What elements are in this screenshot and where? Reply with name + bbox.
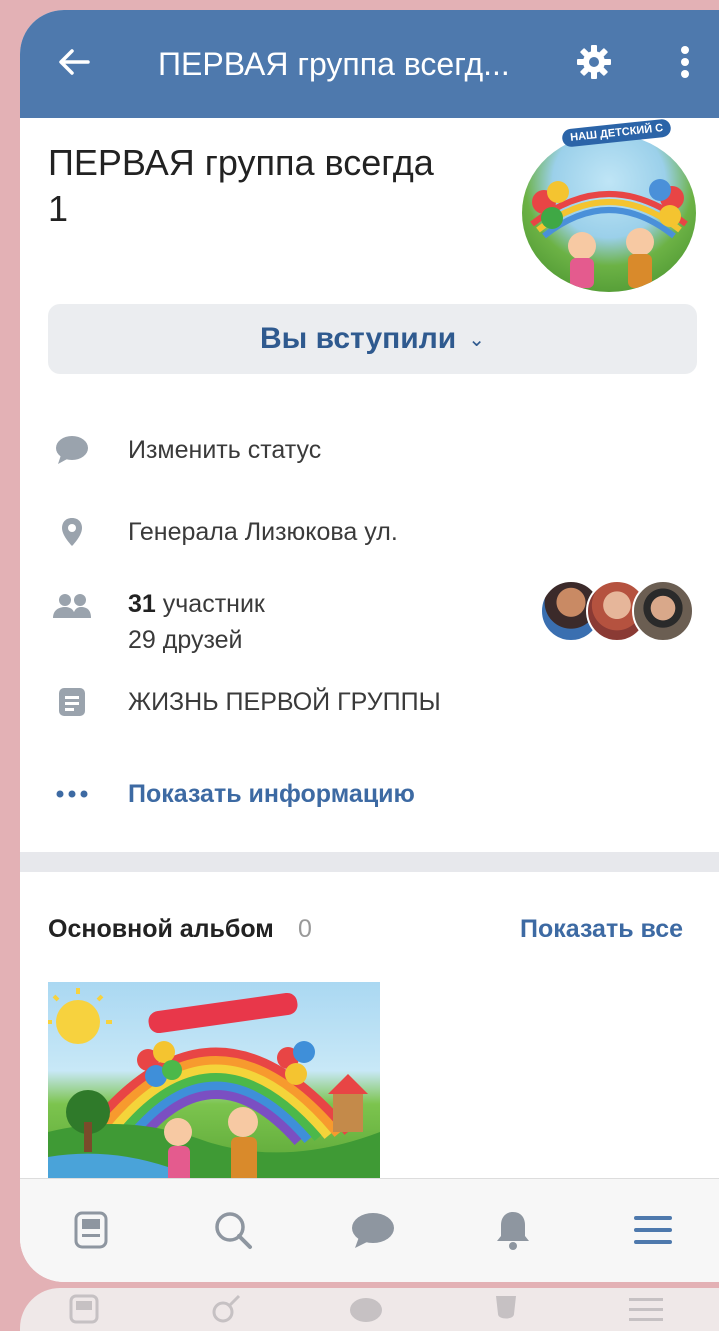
- location-pin-icon: [50, 512, 94, 552]
- album-photo-illustration: [48, 988, 380, 1204]
- section-divider: [20, 852, 719, 872]
- friends-count: 29 друзей: [128, 626, 243, 654]
- avatar-illustration: [530, 179, 688, 288]
- people-icon: [50, 586, 94, 626]
- joined-button-label: Вы вступили: [260, 322, 457, 355]
- chat-bubble-icon: [346, 1294, 386, 1324]
- settings-button[interactable]: [572, 40, 616, 84]
- members-count: 31 участник: [128, 590, 265, 619]
- nav-messages[interactable]: [346, 1203, 400, 1257]
- nav-menu[interactable]: [626, 1203, 680, 1257]
- members-count-number: 31: [128, 590, 156, 618]
- change-status-row[interactable]: Изменить статус: [20, 430, 719, 474]
- description-row[interactable]: ЖИЗНЬ ПЕРВОЙ ГРУППЫ: [20, 682, 719, 726]
- comment-icon: [50, 430, 94, 470]
- album-count: 0: [298, 915, 312, 943]
- nav-search[interactable]: [206, 1203, 260, 1257]
- search-icon: [206, 1294, 246, 1324]
- address-label: Генерала Лизюкова ул.: [128, 518, 398, 546]
- ellipsis-icon: [50, 774, 94, 814]
- avatar: [632, 580, 694, 642]
- nav-notifications[interactable]: [486, 1203, 540, 1257]
- address-row[interactable]: Генерала Лизюкова ул.: [20, 512, 719, 556]
- joined-button[interactable]: Вы вступили ⌄: [48, 304, 697, 374]
- search-icon: [215, 1212, 252, 1249]
- app-screen: ПЕРВАЯ группа всегд... ПЕРВАЯ группа все…: [20, 10, 719, 1282]
- nav-news[interactable]: [64, 1203, 118, 1257]
- document-icon: [50, 682, 94, 722]
- menu-icon: [634, 1216, 672, 1244]
- change-status-label: Изменить статус: [128, 436, 322, 464]
- gear-icon: [577, 45, 611, 79]
- reflected-bottom-nav: [20, 1288, 719, 1331]
- group-name-line2: 1: [48, 188, 69, 229]
- group-name-line1: ПЕРВАЯ группа всегда: [48, 142, 434, 183]
- show-all-link[interactable]: Показать все: [520, 915, 683, 944]
- back-button[interactable]: [52, 40, 96, 84]
- album-photo[interactable]: [48, 982, 380, 1204]
- description-label: ЖИЗНЬ ПЕРВОЙ ГРУППЫ: [128, 688, 441, 716]
- bottom-nav: [20, 1178, 719, 1282]
- chat-bubble-icon: [352, 1213, 394, 1248]
- chevron-down-icon: ⌄: [468, 328, 485, 351]
- group-avatar[interactable]: НАШ ДЕТСКИЙ С: [522, 118, 698, 292]
- newspaper-icon: [64, 1294, 104, 1324]
- more-options-button[interactable]: [668, 40, 702, 84]
- bell-icon: [497, 1212, 529, 1250]
- page-title: ПЕРВАЯ группа всегд...: [158, 46, 510, 82]
- bell-icon: [486, 1294, 526, 1324]
- show-info-link[interactable]: Показать информацию: [128, 780, 415, 809]
- more-vertical-icon: [681, 46, 689, 78]
- show-info-row[interactable]: Показать информацию: [20, 774, 719, 818]
- avatar-image: [522, 134, 696, 292]
- members-count-label: участник: [162, 590, 265, 618]
- menu-icon: [626, 1294, 666, 1324]
- group-name: ПЕРВАЯ группа всегда 1: [48, 140, 488, 232]
- top-bar: ПЕРВАЯ группа всегд...: [20, 10, 719, 118]
- member-avatars[interactable]: [540, 580, 700, 642]
- album-title: Основной альбом: [48, 915, 274, 943]
- arrow-left-icon: [59, 49, 90, 75]
- newspaper-icon: [74, 1211, 108, 1249]
